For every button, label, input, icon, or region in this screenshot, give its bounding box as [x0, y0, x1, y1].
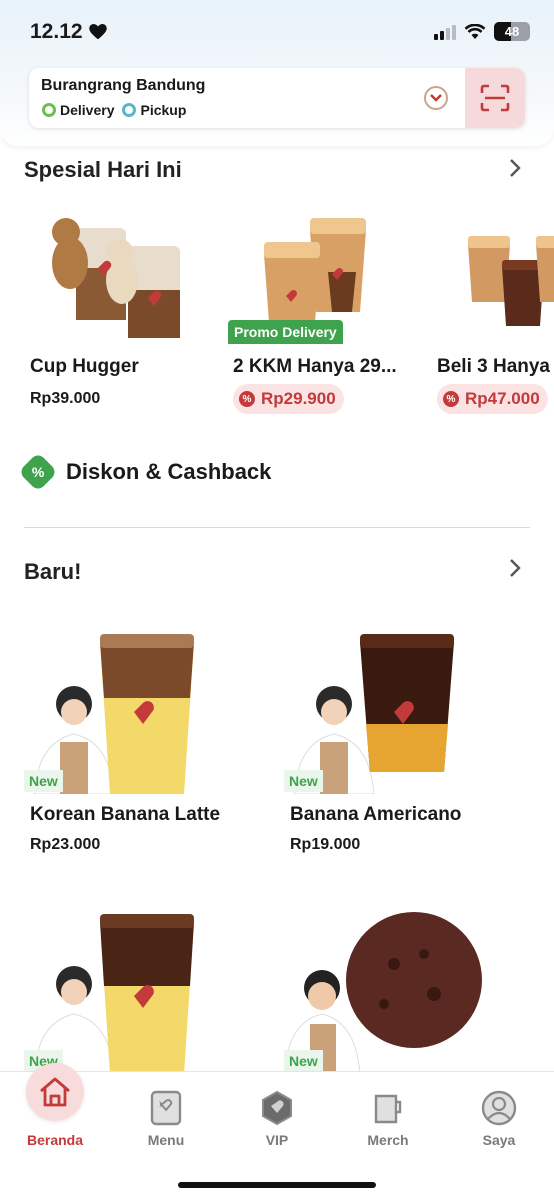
status-time: 12.12: [30, 20, 107, 44]
signal-icon: [434, 24, 456, 40]
home-indicator: [178, 1182, 376, 1188]
chocolate-cookie-image: [284, 912, 482, 1071]
product-name: Korean Banana Latte: [30, 804, 221, 825]
diskon-title: Diskon & Cashback: [66, 459, 272, 484]
kkm-drinks-image: [264, 218, 366, 336]
product-card-partial-2[interactable]: New: [284, 884, 524, 1071]
promo-card-cup-hugger[interactable]: Cup Hugger Rp39.000: [28, 208, 218, 428]
promo-card-2-kkm[interactable]: Promo Delivery 2 KKM Hanya 29... % Rp29.…: [228, 208, 418, 428]
time-text: 12.12: [30, 20, 83, 43]
new-badge: New: [284, 1050, 323, 1071]
beli-3-drinks-image: [468, 236, 554, 326]
pickup-radio-icon: [122, 103, 137, 117]
chevron-right-icon[interactable]: [508, 558, 522, 578]
korean-banana-latte-image: [33, 634, 194, 794]
new-badge: New: [24, 770, 63, 792]
diskon-cashback-link[interactable]: % Diskon & Cashback: [18, 452, 272, 492]
chevron-right-icon[interactable]: [508, 158, 522, 178]
promo-delivery-tag: Promo Delivery: [228, 320, 343, 344]
promo-price-pill: % Rp29.900: [233, 384, 344, 414]
store-selector[interactable]: Burangrang Bandung Delivery Pickup: [29, 68, 525, 128]
new-badge: New: [284, 770, 323, 792]
menu-icon: [150, 1090, 182, 1126]
discount-icon: %: [239, 391, 255, 407]
nav-label: Menu: [147, 1132, 185, 1148]
promo-name: Beli 3 Hanya: [437, 356, 550, 377]
wifi-icon: [464, 23, 486, 39]
battery-icon: 48: [494, 22, 530, 41]
nav-label: VIP: [265, 1132, 289, 1148]
nav-label: Saya: [482, 1132, 516, 1148]
banana-americano-image: [293, 634, 454, 794]
home-button[interactable]: [26, 1063, 84, 1121]
new-section-title: Baru!: [24, 559, 82, 584]
promo-name: 2 KKM Hanya 29...: [233, 356, 397, 377]
nav-label: Merch: [367, 1132, 409, 1148]
product-card-partial-1[interactable]: New: [24, 884, 264, 1071]
delivery-radio-icon: [42, 103, 56, 117]
promo-price-pill: % Rp47.000: [437, 384, 548, 414]
home-icon: [40, 1077, 70, 1107]
discount-badge-icon: %: [18, 452, 58, 492]
vip-icon: [262, 1090, 292, 1126]
store-name: Burangrang Bandung: [41, 77, 206, 94]
chevron-down-icon[interactable]: [424, 86, 448, 110]
discount-icon: %: [443, 391, 459, 407]
promo-name: Cup Hugger: [30, 356, 139, 377]
delivery-option[interactable]: Delivery: [42, 102, 114, 118]
status-bar: 12.12 48: [0, 0, 554, 60]
cup-hugger-image: [52, 218, 180, 338]
scan-icon: [480, 84, 510, 112]
scan-button[interactable]: [465, 68, 525, 128]
coffee-latte-image: [33, 914, 194, 1071]
nav-label: Beranda: [26, 1132, 84, 1148]
divider: [24, 527, 530, 528]
product-card-korean-banana-latte[interactable]: New Korean Banana Latte Rp23.000: [24, 604, 264, 864]
pickup-option[interactable]: Pickup: [122, 102, 186, 118]
product-price: Rp23.000: [30, 836, 101, 853]
promo-card-beli-3[interactable]: Beli 3 Hanya % Rp47.000: [432, 208, 554, 428]
special-section-title: Spesial Hari Ini: [24, 157, 182, 182]
profile-icon: [481, 1090, 517, 1126]
heart-icon: [88, 24, 107, 40]
promo-price: Rp39.000: [30, 390, 101, 407]
merch-icon: [374, 1094, 402, 1124]
product-card-banana-americano[interactable]: New Banana Americano Rp19.000: [284, 604, 524, 864]
product-price: Rp19.000: [290, 836, 361, 853]
product-name: Banana Americano: [290, 804, 462, 825]
